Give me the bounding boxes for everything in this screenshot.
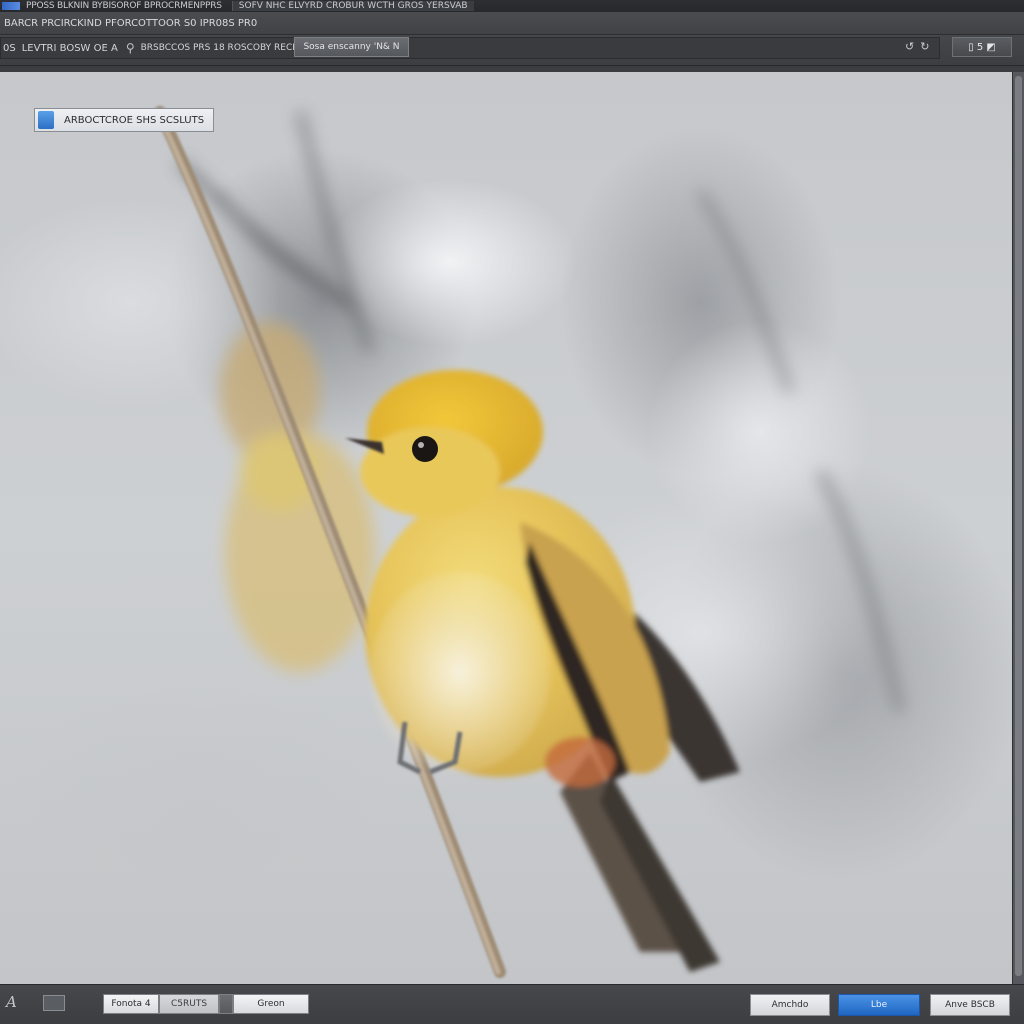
bottom-bar: A Fonota 4 C5RUTS Greon Amchdo Lbe Anve …: [0, 984, 1024, 1024]
vertical-scrollbar[interactable]: [1012, 72, 1024, 984]
image-icon[interactable]: [43, 995, 65, 1011]
menu-bar: BARCR PRCIRCKIND PFORCOTTOOR S0 IPR08S P…: [0, 12, 1024, 35]
title-bar: PPOSS BLKNIN BYBISOROF BPROCRMENPPRS SOF…: [0, 0, 1024, 12]
pen-icon[interactable]: A: [6, 993, 17, 1011]
segment-divider[interactable]: [219, 994, 233, 1014]
background-bird: [220, 322, 375, 672]
secondary-button[interactable]: Amchdo: [750, 994, 830, 1016]
file-icon: [38, 111, 54, 129]
segment-cruts[interactable]: C5RUTS: [159, 994, 219, 1014]
refresh-icon[interactable]: ↻: [920, 41, 929, 53]
segmented-control: Fonota 4 C5RUTS Greon: [103, 994, 309, 1014]
breadcrumb-tab[interactable]: Sosa enscanny 'N& N: [294, 37, 409, 57]
undo-icon[interactable]: ↺: [905, 41, 914, 53]
primary-button[interactable]: Lbe: [838, 994, 920, 1016]
path-segment: LEVTRI BOSW OE A: [21, 42, 118, 54]
tertiary-button[interactable]: Anve BSCB: [930, 994, 1010, 1016]
path-prefix: 0S: [3, 42, 16, 54]
main-bird: [345, 370, 740, 972]
menu-items[interactable]: BARCR PRCIRCKIND PFORCOTTOOR S0 IPR08S P…: [4, 18, 257, 29]
toolbar: 0S LEVTRI BOSW OE A ⚲ BRSBCCOS PRS 18 RO…: [0, 35, 1024, 66]
scrollbar-thumb[interactable]: [1015, 76, 1022, 976]
overlay-label[interactable]: ARBOCTCROE SHS SCSLUTS: [34, 108, 214, 132]
segment-fonota[interactable]: Fonota 4: [103, 994, 159, 1014]
image-preview: ARBOCTCROE SHS SCSLUTS: [0, 72, 1012, 984]
path-field[interactable]: 0S LEVTRI BOSW OE A ⚲ BRSBCCOS PRS 18 RO…: [0, 37, 940, 59]
bird-photo: [154, 106, 905, 978]
image-viewer-window: PPOSS BLKNIN BYBISOROF BPROCRMENPPRS SOF…: [0, 0, 1024, 1024]
app-icon: [2, 2, 20, 10]
window-title: PPOSS BLKNIN BYBISOROF BPROCRMENPPRS: [26, 1, 222, 11]
nav-icons: ↺ ↻: [905, 41, 929, 53]
search-icon[interactable]: ⚲: [126, 41, 135, 55]
view-switch-button[interactable]: ▯ 5 ◩: [952, 37, 1012, 57]
overlay-label-text: ARBOCTCROE SHS SCSLUTS: [64, 114, 205, 126]
document-tab[interactable]: SOFV NHC ELVYRD CROBUR WCTH GROS YERSVAB: [231, 1, 474, 11]
segment-greon[interactable]: Greon: [233, 994, 309, 1014]
